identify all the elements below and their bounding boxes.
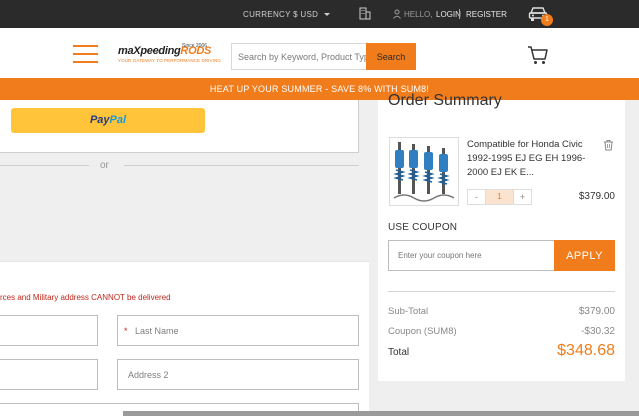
address1-field[interactable] xyxy=(0,359,98,390)
hello-label: HELLO, xyxy=(404,10,433,19)
divider xyxy=(124,165,359,166)
cart-count-badge: 1 xyxy=(541,14,553,26)
first-name-input[interactable] xyxy=(0,316,97,345)
paypal-text-b: Pal xyxy=(109,114,127,126)
apply-coupon-button[interactable]: APPLY xyxy=(554,240,615,271)
cart-icon[interactable] xyxy=(527,44,549,66)
site-logo[interactable]: maXpeedingRODS Since 2006 YOUR GATEWAY T… xyxy=(118,42,221,66)
or-separator: or xyxy=(100,160,109,171)
coupon-input[interactable] xyxy=(389,241,554,270)
currency-value: $ USD xyxy=(293,10,319,19)
first-name-field[interactable] xyxy=(0,315,98,346)
search-button[interactable]: Search xyxy=(366,43,416,70)
order-summary-title: Order Summary xyxy=(388,92,502,109)
login-link[interactable]: LOGIN xyxy=(436,10,461,19)
logo-text-a: maX xyxy=(118,45,141,57)
quantity-value[interactable]: 1 xyxy=(486,190,513,204)
currency-selector[interactable]: CURRENCY $ USD xyxy=(243,10,330,19)
address1-input[interactable] xyxy=(0,360,97,389)
horizontal-scrollbar[interactable] xyxy=(123,411,639,416)
decrease-quantity-button[interactable]: - xyxy=(468,190,486,204)
required-mark: * xyxy=(124,326,128,336)
menu-icon[interactable] xyxy=(73,45,98,63)
user-icon xyxy=(393,9,401,21)
register-link[interactable]: REGISTER xyxy=(466,10,507,19)
site-header: maXpeedingRODS Since 2006 YOUR GATEWAY T… xyxy=(0,14,639,78)
total-value: $348.68 xyxy=(557,342,615,359)
coupon-label: USE COUPON xyxy=(388,222,458,233)
subtotal-label: Sub-Total xyxy=(388,306,429,317)
search-input[interactable] xyxy=(232,44,366,69)
divider xyxy=(0,165,89,166)
subtotal-value: $379.00 xyxy=(578,306,615,317)
logo-tagline: YOUR GATEWAY TO PERFORMANCE DRIVING xyxy=(118,58,221,63)
product-price: $379.00 xyxy=(578,191,615,202)
total-label: Total xyxy=(388,347,410,358)
shipping-warning: rces and Military address CANNOT be deli… xyxy=(0,293,171,302)
quantity-stepper: - 1 + xyxy=(467,189,532,205)
store-icon[interactable] xyxy=(359,7,371,22)
last-name-field[interactable]: * xyxy=(117,315,359,346)
trash-icon[interactable] xyxy=(603,138,614,156)
address2-field[interactable] xyxy=(117,359,359,390)
increase-quantity-button[interactable]: + xyxy=(513,190,531,204)
product-name-link[interactable]: Compatible for Honda Civic 1992-1995 EJ … xyxy=(467,138,592,180)
address2-input[interactable] xyxy=(118,360,358,389)
paypal-text-a: Pay xyxy=(89,114,110,126)
divider xyxy=(459,9,460,19)
paypal-button[interactable]: PayPal xyxy=(11,108,205,133)
divider xyxy=(388,291,615,292)
search-box: Search xyxy=(231,43,416,70)
logo-text-b: peeding xyxy=(140,45,181,57)
logo-since: Since 2006 xyxy=(182,43,208,49)
coupon-discount-value: -$30.32 xyxy=(581,326,615,337)
currency-label: CURRENCY xyxy=(243,10,291,19)
promo-banner[interactable]: HEAT UP YOUR SUMMER - SAVE 8% WITH SUM8! xyxy=(0,78,639,100)
coupon-field[interactable] xyxy=(388,240,555,271)
coupon-discount-label: Coupon (SUM8) xyxy=(388,326,457,337)
product-thumbnail[interactable] xyxy=(389,137,459,206)
last-name-input[interactable] xyxy=(118,316,358,345)
caret-down-icon xyxy=(323,13,330,17)
